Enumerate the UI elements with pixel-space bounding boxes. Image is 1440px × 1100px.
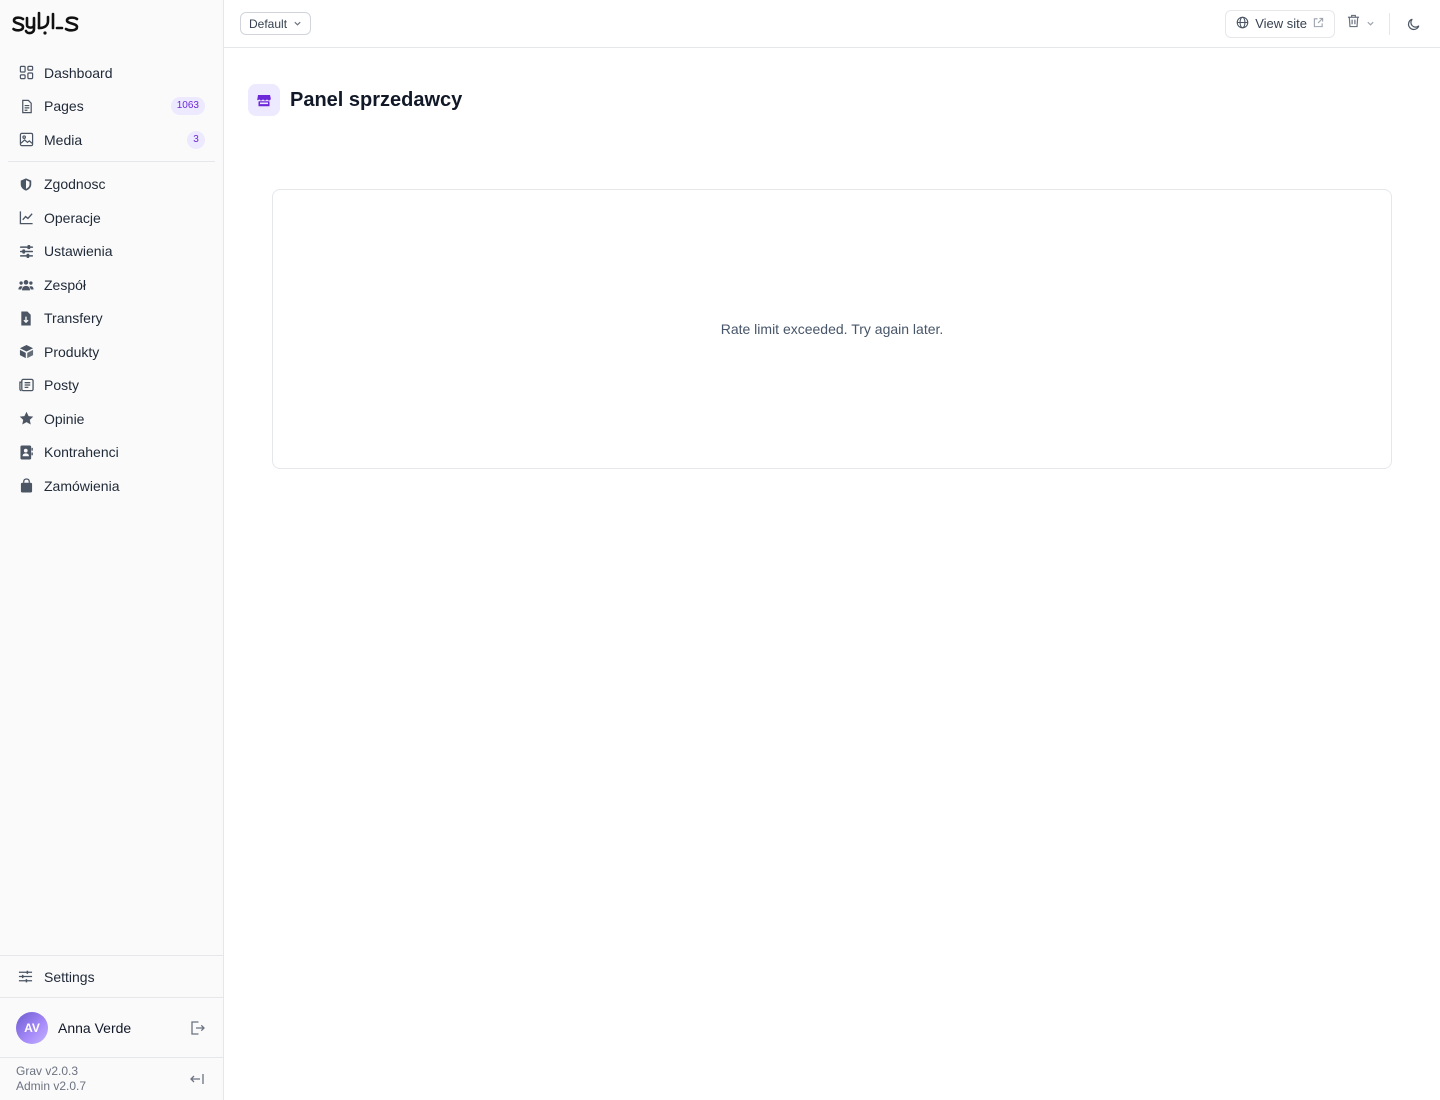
external-link-icon bbox=[1313, 16, 1324, 31]
users-icon bbox=[18, 277, 34, 293]
sidebar-item-zgodnosc[interactable]: Zgodnosc bbox=[8, 168, 215, 202]
sidebar-item-label: Media bbox=[44, 131, 83, 148]
settings-sliders-icon bbox=[18, 969, 34, 985]
star-icon bbox=[18, 411, 34, 427]
sidebar-item-settings[interactable]: Settings bbox=[0, 955, 223, 997]
image-icon bbox=[18, 132, 34, 148]
sidebar-item-label: Posty bbox=[44, 377, 80, 394]
media-count-badge: 3 bbox=[187, 130, 205, 149]
topbar-divider bbox=[1389, 12, 1390, 35]
sidebar-item-label: Pages bbox=[44, 98, 84, 115]
sidebar-item-label: Zgodnosc bbox=[44, 176, 106, 193]
admin-version: Admin v2.0.7 bbox=[16, 1079, 87, 1093]
page-header: Panel sprzedawcy bbox=[224, 48, 1440, 128]
sidebar-item-label: Ustawienia bbox=[44, 243, 113, 260]
environment-select[interactable]: Default bbox=[240, 12, 312, 35]
dark-mode-moon-icon[interactable] bbox=[1404, 14, 1424, 34]
sidebar-item-zamowienia[interactable]: Zamówienia bbox=[8, 469, 215, 503]
topbar: Default View site bbox=[224, 0, 1440, 48]
sidebar-item-dashboard[interactable]: Dashboard bbox=[8, 56, 215, 90]
file-icon bbox=[18, 98, 34, 114]
box-icon bbox=[18, 344, 34, 360]
sidebar-item-label: Opinie bbox=[44, 410, 85, 427]
file-transfer-icon bbox=[18, 310, 34, 326]
main-content: Default View site Panel sprzedawcy Rate … bbox=[224, 0, 1440, 1100]
page-title: Panel sprzedawcy bbox=[290, 88, 463, 111]
chevron-down-icon[interactable] bbox=[1366, 15, 1375, 33]
logo[interactable] bbox=[0, 0, 223, 48]
grav-version: Grav v2.0.3 bbox=[16, 1064, 79, 1078]
sidebar: Dashboard Pages 1063 Media 3 Zgodnosc Op… bbox=[0, 0, 224, 1100]
user-name[interactable]: Anna Verde bbox=[58, 1020, 187, 1036]
nav-divider bbox=[8, 160, 215, 162]
user-panel: AV Anna Verde bbox=[0, 997, 223, 1057]
store-icon bbox=[248, 84, 280, 116]
sidebar-item-kontrahenci[interactable]: Kontrahenci bbox=[8, 436, 215, 470]
collapse-sidebar-icon[interactable] bbox=[187, 1069, 207, 1089]
shield-icon bbox=[18, 176, 34, 192]
view-site-button[interactable]: View site bbox=[1225, 9, 1335, 38]
sliders-icon bbox=[18, 243, 34, 259]
settings-label: Settings bbox=[44, 968, 95, 985]
sidebar-item-label: Produkty bbox=[44, 343, 100, 360]
sidebar-item-label: Zespół bbox=[44, 276, 87, 293]
sidebar-item-opinie[interactable]: Opinie bbox=[8, 402, 215, 436]
content-card: Rate limit exceeded. Try again later. bbox=[272, 189, 1392, 469]
sidebar-item-label: Operacje bbox=[44, 209, 101, 226]
sidebar-item-label: Kontrahenci bbox=[44, 444, 119, 461]
shopping-bag-icon bbox=[18, 478, 34, 494]
dashboard-icon bbox=[18, 65, 34, 81]
sidebar-item-label: Dashboard bbox=[44, 64, 113, 81]
sidebar-item-label: Transfery bbox=[44, 310, 103, 327]
chart-line-icon bbox=[18, 210, 34, 226]
syls-logo-icon bbox=[12, 11, 79, 35]
sidebar-nav: Dashboard Pages 1063 Media 3 Zgodnosc Op… bbox=[0, 48, 223, 955]
sidebar-item-produkty[interactable]: Produkty bbox=[8, 335, 215, 369]
sidebar-item-media[interactable]: Media 3 bbox=[8, 123, 215, 157]
version-panel: Grav v2.0.3 Admin v2.0.7 bbox=[0, 1057, 223, 1100]
pages-count-badge: 1063 bbox=[170, 97, 205, 116]
sidebar-item-pages[interactable]: Pages 1063 bbox=[8, 90, 215, 124]
view-site-label: View site bbox=[1255, 16, 1307, 31]
sidebar-item-zespol[interactable]: Zespół bbox=[8, 268, 215, 302]
contact-card-icon bbox=[18, 444, 34, 460]
sidebar-item-label: Zamówienia bbox=[44, 477, 120, 494]
sidebar-item-ustawienia[interactable]: Ustawienia bbox=[8, 235, 215, 269]
version-info: Grav v2.0.3 Admin v2.0.7 bbox=[16, 1064, 187, 1094]
environment-value: Default bbox=[249, 16, 288, 31]
chevron-down-icon bbox=[293, 17, 302, 31]
sidebar-item-transfery[interactable]: Transfery bbox=[8, 302, 215, 336]
avatar[interactable]: AV bbox=[16, 1011, 48, 1044]
trash-icon[interactable] bbox=[1347, 14, 1360, 33]
sidebar-item-operacje[interactable]: Operacje bbox=[8, 201, 215, 235]
newspaper-icon bbox=[18, 377, 34, 393]
logout-icon[interactable] bbox=[187, 1018, 207, 1038]
globe-icon bbox=[1236, 16, 1249, 32]
clear-cache-dropdown[interactable] bbox=[1347, 14, 1375, 33]
sidebar-item-posty[interactable]: Posty bbox=[8, 369, 215, 403]
error-message: Rate limit exceeded. Try again later. bbox=[720, 321, 944, 337]
app-root: Dashboard Pages 1063 Media 3 Zgodnosc Op… bbox=[0, 0, 1440, 1100]
